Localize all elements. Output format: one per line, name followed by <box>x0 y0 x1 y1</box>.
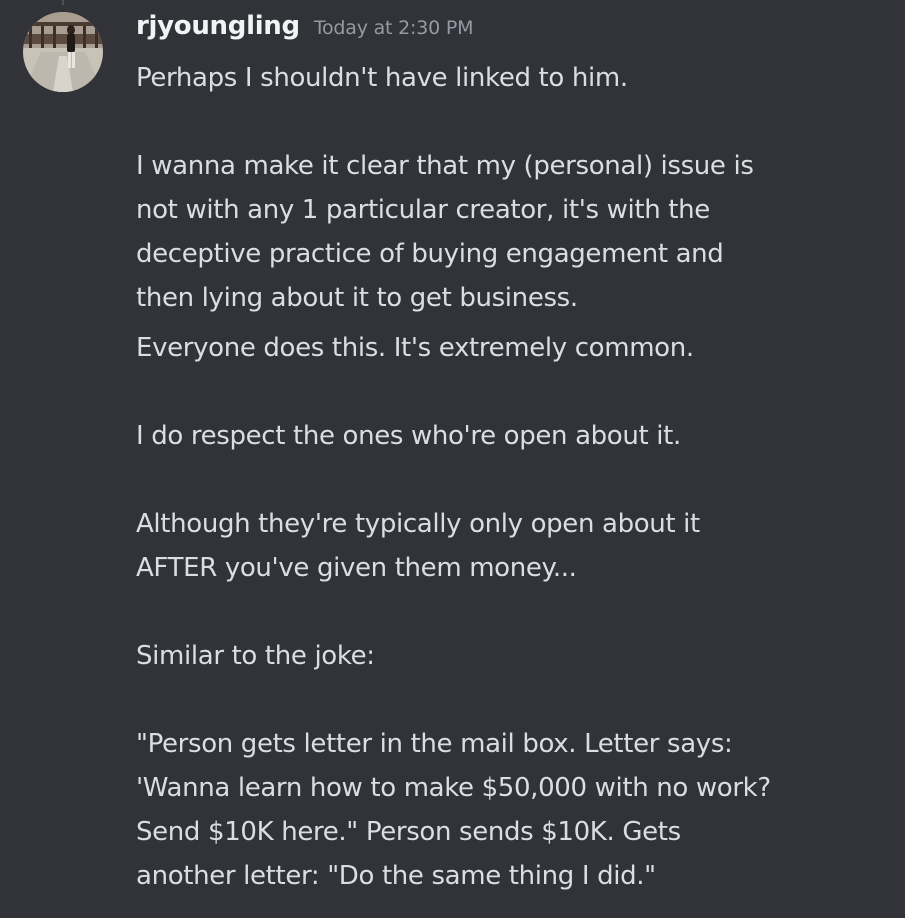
message-header: rjyoungling Today at 2:30 PM <box>136 11 474 51</box>
message-line: 'Wanna learn how to make $50,000 with no… <box>136 773 771 803</box>
message-line: I do respect the ones who're open about … <box>136 421 681 451</box>
timestamp[interactable]: Today at 2:30 PM <box>314 17 474 39</box>
message-line: AFTER you've given them money... <box>136 553 577 583</box>
message-line: Although they're typically only open abo… <box>136 509 700 539</box>
message-line: Perhaps I shouldn't have linked to him. <box>136 63 628 93</box>
message-content: Perhaps I shouldn't have linked to him. … <box>136 56 876 898</box>
username[interactable]: rjyoungling <box>136 11 300 41</box>
message-line: then lying about it to get business. <box>136 283 578 313</box>
message-line: not with any 1 particular creator, it's … <box>136 195 710 225</box>
message-group: rjyoungling Today at 2:30 PM Perhaps I s… <box>0 0 905 918</box>
message-line: "Person gets letter in the mail box. Let… <box>136 729 733 759</box>
message-line: Everyone does this. It's extremely commo… <box>136 333 694 363</box>
message-line: Similar to the joke: <box>136 641 375 671</box>
user-avatar-photo-icon <box>23 12 103 92</box>
message-line: I wanna make it clear that my (personal)… <box>136 151 754 181</box>
message-line: deceptive practice of buying engagement … <box>136 239 724 269</box>
avatar[interactable] <box>23 12 103 92</box>
message-line: another letter: "Do the same thing I did… <box>136 861 656 891</box>
message-line: Send $10K here." Person sends $10K. Gets <box>136 817 681 847</box>
